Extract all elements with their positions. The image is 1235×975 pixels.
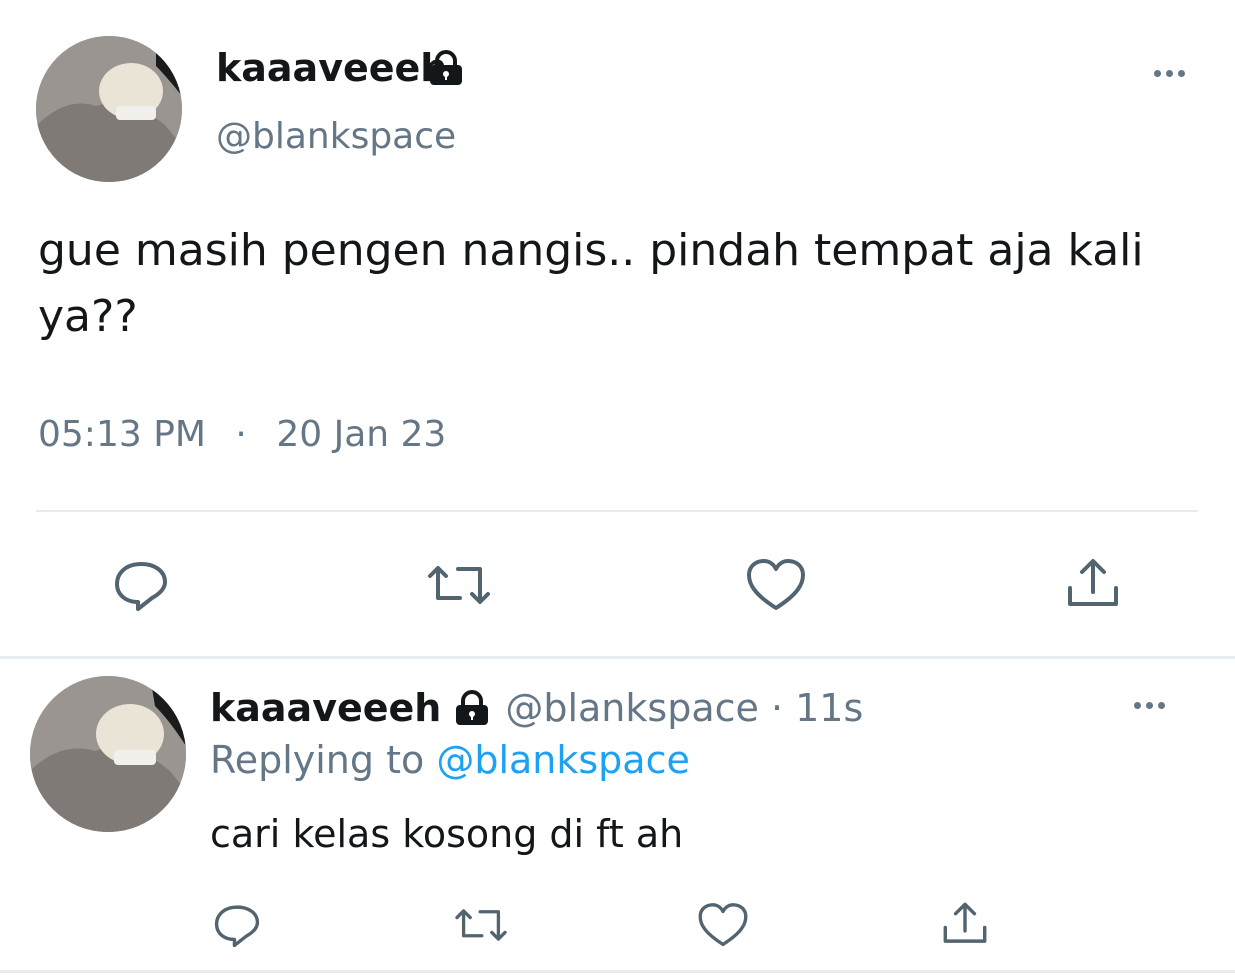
- reply-display-name[interactable]: kaaaveeeh: [210, 686, 441, 730]
- reply-retweet-icon[interactable]: [452, 904, 510, 946]
- reply-header: kaaaveeeh @blankspace · 11s: [210, 686, 863, 730]
- main-more-icon[interactable]: [1154, 70, 1185, 77]
- replying-to: Replying to @blankspace: [210, 738, 690, 782]
- reply-tweet-text: cari kelas kosong di ft ah: [210, 812, 684, 856]
- section-divider: [0, 656, 1235, 659]
- main-timestamp: 05:13 PM · 20 Jan 23: [38, 414, 446, 455]
- reply-reply-icon[interactable]: [212, 902, 262, 948]
- lock-icon: [426, 50, 466, 86]
- main-tweet-text: gue masih pengen nangis.. pindah tempat …: [38, 225, 1144, 342]
- main-display-name[interactable]: kaaaveeeh: [216, 46, 447, 90]
- reply-handle-meta[interactable]: @blankspace · 11s: [505, 686, 863, 730]
- reply-icon[interactable]: [112, 558, 170, 612]
- main-divider: [36, 510, 1198, 512]
- main-avatar[interactable]: [36, 36, 182, 182]
- reply-like-icon[interactable]: [696, 900, 750, 950]
- reply-more-icon[interactable]: [1134, 702, 1165, 709]
- reply-share-icon[interactable]: [940, 900, 990, 948]
- main-date: 20 Jan 23: [276, 414, 447, 455]
- reply-lock-icon: [451, 690, 493, 726]
- main-dot: ·: [235, 414, 247, 455]
- replying-prefix: Replying to: [210, 738, 425, 782]
- replying-handle-link[interactable]: @blankspace: [436, 738, 690, 782]
- reply-avatar[interactable]: [30, 676, 186, 832]
- main-time: 05:13 PM: [38, 414, 206, 455]
- main-handle[interactable]: @blankspace: [216, 116, 456, 157]
- share-icon[interactable]: [1064, 556, 1122, 612]
- like-icon[interactable]: [744, 556, 808, 614]
- bottom-divider: [0, 970, 1235, 973]
- retweet-icon[interactable]: [424, 560, 494, 610]
